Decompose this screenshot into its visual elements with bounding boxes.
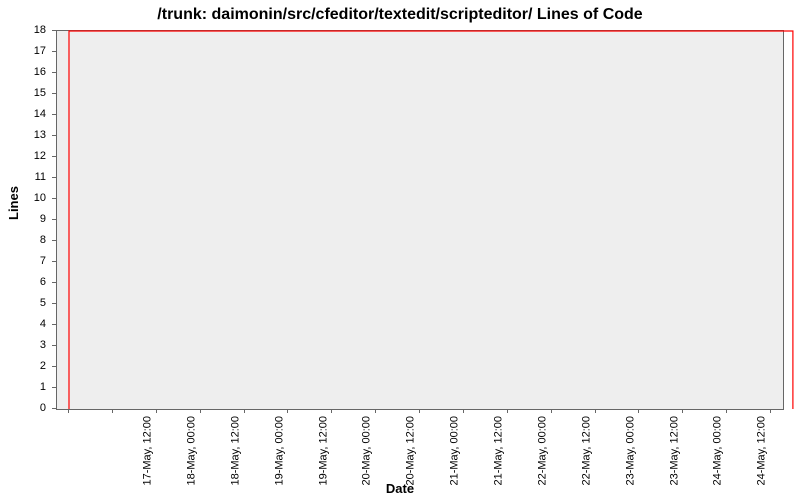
y-tick-label: 4	[40, 318, 46, 330]
y-tick-label: 18	[34, 24, 46, 36]
x-tick-label: 22-May, 00:00	[536, 416, 548, 486]
x-tick-label: 24-May, 12:00	[756, 416, 768, 486]
x-tick-label: 17-May, 12:00	[142, 416, 154, 486]
y-tick-label: 1	[40, 381, 46, 393]
x-tick-label: 23-May, 00:00	[624, 416, 636, 486]
x-tick-mark	[682, 409, 683, 413]
x-axis-label: Date	[0, 481, 800, 496]
x-tick-label: 19-May, 00:00	[273, 416, 285, 486]
x-tick-label: 21-May, 12:00	[493, 416, 505, 486]
data-series	[57, 31, 783, 409]
y-tick-label: 8	[40, 234, 46, 246]
y-tick-label: 13	[34, 129, 46, 141]
y-tick-label: 3	[40, 339, 46, 351]
y-tick-label: 15	[34, 87, 46, 99]
x-tick-label: 22-May, 12:00	[580, 416, 592, 486]
x-tick-mark	[244, 409, 245, 413]
x-tick-label: 21-May, 00:00	[449, 416, 461, 486]
plot-area	[56, 30, 784, 410]
y-tick-label: 7	[40, 255, 46, 267]
y-tick-label: 6	[40, 276, 46, 288]
x-tick-mark	[331, 409, 332, 413]
x-tick-mark	[726, 409, 727, 413]
x-tick-mark	[770, 409, 771, 413]
x-tick-mark	[68, 409, 69, 413]
x-tick-mark	[375, 409, 376, 413]
x-tick-mark	[595, 409, 596, 413]
x-tick-mark	[463, 409, 464, 413]
y-tick-label: 14	[34, 108, 46, 120]
x-tick-mark	[507, 409, 508, 413]
x-tick-label: 23-May, 12:00	[668, 416, 680, 486]
loc-chart: /trunk: daimonin/src/cfeditor/textedit/s…	[0, 0, 800, 500]
y-tick-label: 9	[40, 213, 46, 225]
y-tick-label: 16	[34, 66, 46, 78]
y-tick-label: 10	[34, 192, 46, 204]
chart-title: /trunk: daimonin/src/cfeditor/textedit/s…	[0, 6, 800, 24]
x-tick-mark	[551, 409, 552, 413]
y-tick-label: 0	[40, 402, 46, 414]
y-tick-label: 17	[34, 45, 46, 57]
y-axis-ticks: 0123456789101112131415161718	[0, 30, 52, 410]
x-tick-mark	[156, 409, 157, 413]
x-axis-ticks: 17-May, 12:0018-May, 00:0018-May, 12:001…	[56, 410, 784, 480]
x-tick-mark	[287, 409, 288, 413]
x-tick-label: 18-May, 00:00	[185, 416, 197, 486]
x-tick-mark	[419, 409, 420, 413]
y-tick-label: 11	[35, 171, 46, 183]
x-tick-label: 24-May, 00:00	[712, 416, 724, 486]
x-tick-mark	[200, 409, 201, 413]
x-tick-label: 18-May, 12:00	[229, 416, 241, 486]
x-tick-mark	[638, 409, 639, 413]
y-tick-label: 2	[40, 360, 46, 372]
x-tick-label: 19-May, 12:00	[317, 416, 329, 486]
x-tick-mark	[112, 409, 113, 413]
y-tick-label: 5	[40, 297, 46, 309]
x-tick-label: 20-May, 12:00	[405, 416, 417, 486]
x-tick-label: 20-May, 00:00	[361, 416, 373, 486]
y-tick-label: 12	[34, 150, 46, 162]
